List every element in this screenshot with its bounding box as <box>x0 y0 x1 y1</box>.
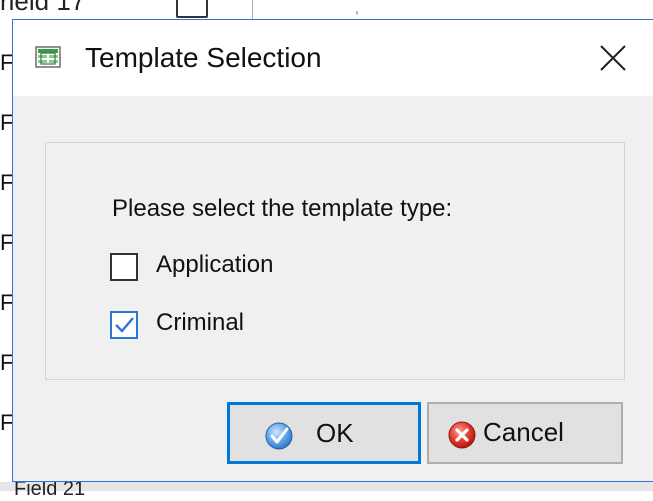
application-label[interactable]: Application <box>156 251 273 279</box>
dialog-title: Template Selection <box>85 42 322 73</box>
background-field-label: rield 17 <box>0 0 86 16</box>
criminal-label[interactable]: Criminal <box>156 309 244 337</box>
option-application[interactable]: Application <box>110 251 350 285</box>
background-mark: , <box>355 0 359 16</box>
red-x-icon <box>448 421 476 449</box>
criminal-checkbox[interactable] <box>110 311 138 339</box>
checkmark-icon <box>115 317 134 333</box>
template-type-prompt: Please select the template type: <box>112 195 453 222</box>
option-criminal[interactable]: Criminal <box>110 309 310 343</box>
close-button[interactable] <box>585 38 641 78</box>
dialog-titlebar[interactable]: Template Selection <box>13 20 653 96</box>
ok-button[interactable]: OK <box>227 402 421 464</box>
background-divider <box>252 0 253 20</box>
close-icon <box>600 45 626 71</box>
background-checkbox <box>176 0 208 18</box>
template-spreadsheet-icon <box>35 46 61 68</box>
cancel-label: Cancel <box>483 417 564 447</box>
ok-label: OK <box>316 418 354 448</box>
cancel-button[interactable]: Cancel <box>427 402 623 464</box>
template-type-group: Please select the template type: Applica… <box>45 142 625 380</box>
template-selection-dialog: Template Selection Please select the tem… <box>12 19 653 482</box>
check-shield-icon <box>265 422 293 450</box>
background-row <box>0 482 653 491</box>
application-checkbox[interactable] <box>110 253 138 281</box>
